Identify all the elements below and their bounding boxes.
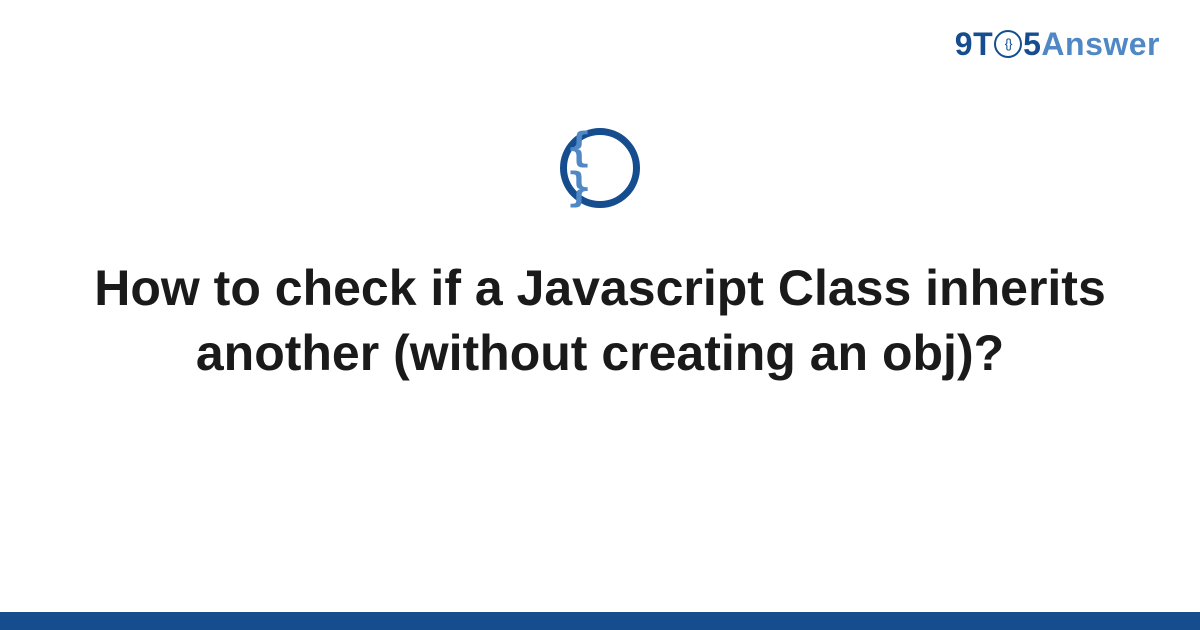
question-title: How to check if a Javascript Class inher… <box>80 256 1120 386</box>
logo-circle-braces: {} <box>1005 36 1012 51</box>
logo-circle-icon: {} <box>994 30 1022 58</box>
site-logo: 9T {} 5 Answer <box>955 26 1160 63</box>
logo-text-answer: Answer <box>1041 26 1160 63</box>
footer-accent-bar <box>0 612 1200 630</box>
logo-text-9t: 9T <box>955 26 993 63</box>
main-content: { } How to check if a Javascript Class i… <box>0 128 1200 386</box>
code-braces-icon: { } <box>567 128 633 208</box>
logo-text-5: 5 <box>1023 26 1041 63</box>
category-icon-ring: { } <box>560 128 640 208</box>
